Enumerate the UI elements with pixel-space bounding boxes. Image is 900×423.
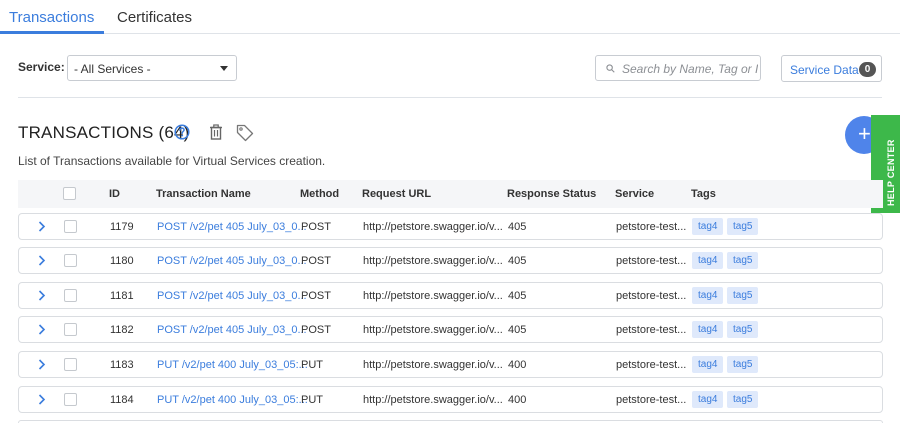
page-title: TRANSACTIONS (64) — [18, 123, 190, 142]
tag-badge[interactable]: tag4 — [692, 391, 724, 408]
table-row[interactable]: 1181 POST /v2/pet 405 July_03_0... POST … — [18, 282, 883, 309]
divider — [18, 97, 882, 98]
chevron-right-icon[interactable] — [38, 394, 46, 405]
tab-bar: Transactions Certificates — [0, 0, 900, 34]
transaction-service: petstore-test... — [616, 290, 687, 302]
transaction-request-url: http://petstore.swagger.io/v... — [363, 359, 503, 371]
row-checkbox[interactable] — [64, 254, 77, 267]
table-row[interactable]: 1179 POST /v2/pet 405 July_03_0... POST … — [18, 213, 883, 240]
transaction-method: PUT — [301, 359, 323, 371]
column-header-tags: Tags — [691, 188, 716, 200]
transaction-name-link[interactable]: POST /v2/pet 405 July_03_0... — [157, 255, 307, 267]
tag-badge[interactable]: tag5 — [727, 218, 759, 235]
transaction-id: 1184 — [110, 394, 134, 406]
table-row[interactable]: 1180 POST /v2/pet 405 July_03_0... POST … — [18, 247, 883, 274]
tag-badge[interactable]: tag4 — [692, 252, 724, 269]
row-checkbox[interactable] — [64, 323, 77, 336]
transaction-method: POST — [301, 290, 331, 302]
transaction-service: petstore-test... — [616, 221, 687, 233]
transaction-request-url: http://petstore.swagger.io/v... — [363, 255, 503, 267]
transaction-response-status: 400 — [508, 394, 527, 406]
transaction-request-url: http://petstore.swagger.io/v... — [363, 324, 503, 336]
chevron-right-icon[interactable] — [38, 255, 46, 266]
chevron-right-icon[interactable] — [38, 359, 46, 370]
tag-badge[interactable]: tag5 — [727, 391, 759, 408]
service-filter-label: Service: — [18, 60, 65, 74]
transaction-method: POST — [301, 221, 331, 233]
tag-badge[interactable]: tag5 — [727, 252, 759, 269]
transaction-request-url: http://petstore.swagger.io/v... — [363, 221, 503, 233]
search-icon — [606, 64, 615, 73]
tag-badge[interactable]: tag4 — [692, 287, 724, 304]
tag-badge[interactable]: tag5 — [727, 356, 759, 373]
row-checkbox[interactable] — [64, 358, 77, 371]
transaction-name-link[interactable]: POST /v2/pet 405 July_03_0... — [157, 290, 307, 302]
transaction-name-link[interactable]: PUT /v2/pet 400 July_03_05:... — [157, 359, 308, 371]
service-data-label: Service Data — [790, 63, 859, 77]
tab-transactions[interactable]: Transactions — [9, 9, 94, 26]
table-header: ID Transaction Name Method Request URL R… — [18, 180, 883, 208]
transaction-service: petstore-test... — [616, 324, 687, 336]
table-row[interactable]: 1184 PUT /v2/pet 400 July_03_05:... PUT … — [18, 386, 883, 413]
search-input[interactable] — [622, 60, 758, 78]
transaction-method: PUT — [301, 394, 323, 406]
tab-certificates[interactable]: Certificates — [117, 9, 192, 26]
transaction-response-status: 405 — [508, 324, 527, 336]
filter-bar: Service: - All Services - Service Data 0 — [0, 34, 900, 98]
plus-icon: + — [858, 121, 871, 146]
transaction-service: petstore-test... — [616, 359, 687, 371]
column-header-request-url[interactable]: Request URL — [362, 188, 431, 200]
help-circle-icon[interactable] — [174, 124, 190, 140]
table-row[interactable]: 1182 POST /v2/pet 405 July_03_0... POST … — [18, 316, 883, 343]
page-subtitle: List of Transactions available for Virtu… — [18, 154, 326, 168]
transaction-id: 1179 — [110, 221, 134, 233]
transaction-response-status: 405 — [508, 221, 527, 233]
column-header-name[interactable]: Transaction Name — [156, 188, 251, 200]
chevron-right-icon[interactable] — [38, 324, 46, 335]
tag-icon[interactable] — [236, 124, 254, 142]
transaction-request-url: http://petstore.swagger.io/v... — [363, 394, 503, 406]
transaction-name-link[interactable]: PUT /v2/pet 400 July_03_05:... — [157, 394, 308, 406]
transaction-name-link[interactable]: POST /v2/pet 405 July_03_0... — [157, 324, 307, 336]
column-header-method[interactable]: Method — [300, 188, 339, 200]
transaction-response-status: 400 — [508, 359, 527, 371]
service-data-button[interactable]: Service Data 0 — [781, 55, 882, 82]
transaction-response-status: 405 — [508, 255, 527, 267]
service-dropdown[interactable]: - All Services - — [67, 55, 237, 81]
transaction-request-url: http://petstore.swagger.io/v... — [363, 290, 503, 302]
caret-down-icon — [220, 66, 228, 71]
trash-icon[interactable] — [209, 124, 223, 140]
transaction-service: petstore-test... — [616, 255, 687, 267]
service-data-count-badge: 0 — [859, 62, 876, 77]
search-box[interactable] — [595, 55, 761, 81]
tag-badge[interactable]: tag4 — [692, 321, 724, 338]
row-checkbox[interactable] — [64, 289, 77, 302]
tag-badge[interactable]: tag4 — [692, 218, 724, 235]
table-row[interactable]: 1183 PUT /v2/pet 400 July_03_05:... PUT … — [18, 351, 883, 378]
tag-badge[interactable]: tag5 — [727, 287, 759, 304]
transaction-method: POST — [301, 324, 331, 336]
tag-badge[interactable]: tag5 — [727, 321, 759, 338]
transaction-id: 1183 — [110, 359, 134, 371]
transaction-response-status: 405 — [508, 290, 527, 302]
tag-badge[interactable]: tag4 — [692, 356, 724, 373]
select-all-checkbox[interactable] — [63, 187, 76, 200]
chevron-right-icon[interactable] — [38, 221, 46, 232]
transaction-id: 1182 — [110, 324, 134, 336]
transaction-service: petstore-test... — [616, 394, 687, 406]
transaction-id: 1180 — [110, 255, 134, 267]
transaction-id: 1181 — [110, 290, 134, 302]
help-center-label: HELP CENTER — [886, 139, 896, 206]
row-checkbox[interactable] — [64, 220, 77, 233]
transaction-method: POST — [301, 255, 331, 267]
service-dropdown-value: - All Services - — [74, 62, 151, 76]
row-checkbox[interactable] — [64, 393, 77, 406]
column-header-response-status[interactable]: Response Status — [507, 188, 596, 200]
column-header-id[interactable]: ID — [109, 188, 120, 200]
chevron-right-icon[interactable] — [38, 290, 46, 301]
transaction-name-link[interactable]: POST /v2/pet 405 July_03_0... — [157, 221, 307, 233]
column-header-service[interactable]: Service — [615, 188, 654, 200]
